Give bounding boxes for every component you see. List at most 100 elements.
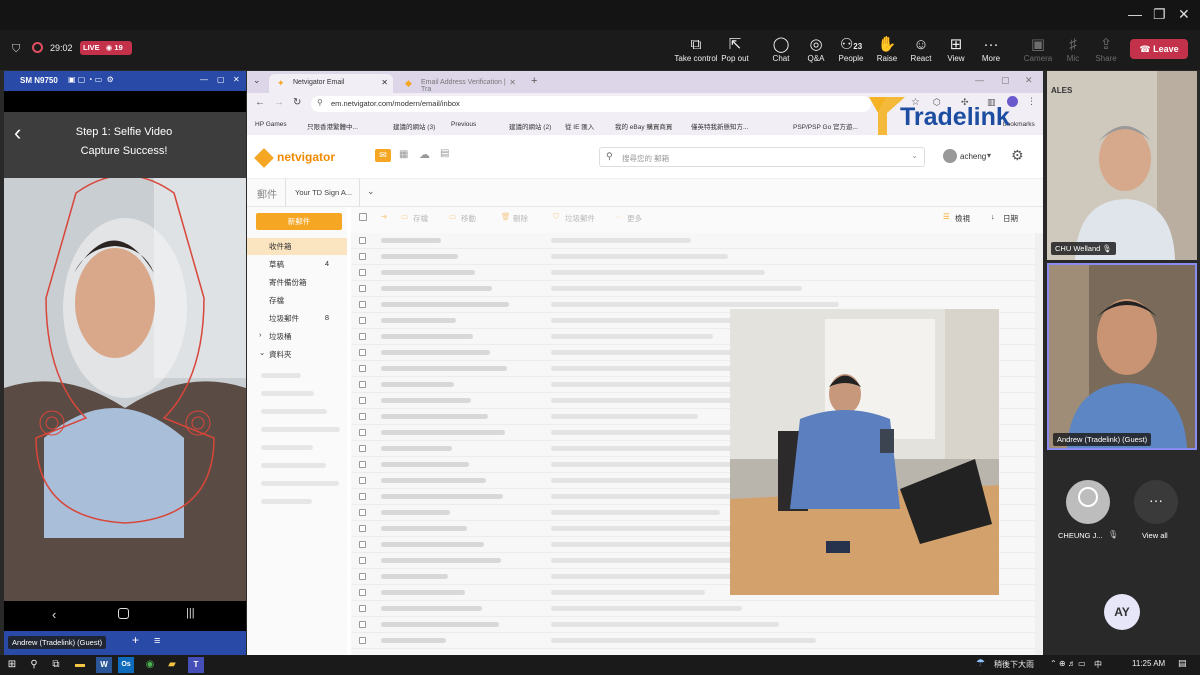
- restore-icon[interactable]: ❐: [1153, 6, 1166, 23]
- table-row[interactable]: [351, 281, 1035, 297]
- select-all-checkbox[interactable]: [359, 213, 367, 221]
- row-checkbox[interactable]: [359, 429, 366, 436]
- folder-item[interactable]: 存檔: [247, 292, 347, 309]
- row-checkbox[interactable]: [359, 605, 366, 612]
- tab-netvigator[interactable]: ✦ Netvigator Email ✕: [269, 74, 393, 93]
- participant-tile-andrew-speaking[interactable]: Andrew (Tradelink) (Guest): [1047, 263, 1197, 450]
- table-row[interactable]: [351, 233, 1035, 249]
- row-checkbox[interactable]: [359, 413, 366, 420]
- row-checkbox[interactable]: [359, 525, 366, 532]
- row-checkbox[interactable]: [359, 637, 366, 644]
- ime-indicator[interactable]: 中: [1094, 659, 1102, 670]
- more-button[interactable]: ··· More: [968, 36, 1014, 63]
- tab-close-icon[interactable]: ✕: [381, 78, 388, 87]
- table-row[interactable]: [351, 617, 1035, 633]
- notifications-icon[interactable]: ▤: [1178, 658, 1187, 669]
- row-checkbox[interactable]: [359, 621, 366, 628]
- bookmark-item[interactable]: HP Games: [255, 121, 287, 128]
- row-checkbox[interactable]: [359, 301, 366, 308]
- chevron-down-icon[interactable]: ⌄: [367, 186, 375, 197]
- address-bar[interactable]: ⚲ em.netvigator.com/modern/email/inbox: [311, 96, 871, 112]
- scrollbar[interactable]: [1035, 233, 1043, 655]
- chevron-down-icon[interactable]: ▾: [987, 151, 991, 160]
- maximize-icon[interactable]: ▢: [1001, 75, 1010, 86]
- calendar-icon[interactable]: ▦: [399, 149, 408, 160]
- row-checkbox[interactable]: [359, 285, 366, 292]
- folder-item[interactable]: 垃圾郵件 8: [247, 310, 347, 327]
- tab-menu-icon[interactable]: ⌄: [253, 75, 261, 86]
- mail-search-input[interactable]: ⚲ 搜尋您的 郵箱 ⌄: [599, 147, 925, 167]
- expand-chevron-icon[interactable]: ⌄: [259, 348, 265, 357]
- row-checkbox[interactable]: [359, 445, 366, 452]
- table-row[interactable]: [351, 633, 1035, 649]
- row-checkbox[interactable]: [359, 477, 366, 484]
- add-icon[interactable]: +: [132, 633, 139, 647]
- close-icon[interactable]: ✕: [1025, 75, 1033, 86]
- archive-icon[interactable]: ▭: [401, 212, 408, 221]
- spam-icon[interactable]: ⛉: [553, 212, 559, 222]
- folder-item[interactable]: 草稿 4: [247, 256, 347, 273]
- row-checkbox[interactable]: [359, 253, 366, 260]
- task-view-icon[interactable]: ⧉: [48, 657, 64, 673]
- share-button[interactable]: ⇪ Share: [1083, 36, 1129, 63]
- back-icon[interactable]: ←: [255, 97, 265, 108]
- chevron-down-icon[interactable]: ⌄: [911, 151, 918, 160]
- search-icon[interactable]: ⚲: [26, 657, 42, 673]
- view-list-icon[interactable]: ☰: [943, 212, 950, 221]
- mail-action-button[interactable]: 移動: [461, 213, 476, 224]
- participant-tile-chu-welland[interactable]: ALES CHU Welland 🎙: [1047, 71, 1197, 260]
- nav-recents-icon[interactable]: |||: [186, 607, 195, 619]
- view-label[interactable]: 檢視: [955, 213, 970, 224]
- bookmark-item[interactable]: 僅英特我新懸知方...: [691, 121, 748, 131]
- compose-button[interactable]: 新郵件: [256, 213, 342, 230]
- delete-icon[interactable]: 🗑: [501, 212, 511, 221]
- user-name[interactable]: acheng: [960, 152, 986, 161]
- weather-icon[interactable]: ☂: [976, 658, 985, 669]
- outlook-icon[interactable]: Os: [118, 657, 134, 673]
- new-tab-icon[interactable]: +: [531, 75, 537, 87]
- row-checkbox[interactable]: [359, 397, 366, 404]
- tray-icons[interactable]: ⌃ ⊕ ♬ ▭: [1050, 659, 1086, 668]
- mail-action-button[interactable]: 刪除: [513, 213, 528, 224]
- expand-chevron-icon[interactable]: ›: [259, 330, 262, 339]
- close-icon[interactable]: ✕: [233, 75, 240, 84]
- row-checkbox[interactable]: [359, 461, 366, 468]
- folder-item[interactable]: 寄件備份箱: [247, 274, 347, 291]
- table-row[interactable]: [351, 249, 1035, 265]
- row-checkbox[interactable]: [359, 333, 366, 340]
- row-checkbox[interactable]: [359, 269, 366, 276]
- mail-action-button[interactable]: 存檔: [413, 213, 428, 224]
- user-avatar[interactable]: [943, 149, 957, 163]
- cloud-icon[interactable]: ☁: [419, 148, 430, 161]
- minimize-icon[interactable]: —: [975, 75, 984, 85]
- mail-icon[interactable]: ✉: [375, 149, 391, 162]
- folder-item[interactable]: 資料夾 ⌄: [247, 346, 347, 363]
- menu-icon[interactable]: ≡: [154, 635, 160, 647]
- row-checkbox[interactable]: [359, 589, 366, 596]
- self-avatar[interactable]: AY: [1104, 594, 1140, 630]
- nav-home-icon[interactable]: [118, 608, 129, 619]
- bookmark-item[interactable]: 從 IE 匯入: [565, 121, 594, 131]
- row-checkbox[interactable]: [359, 349, 366, 356]
- clock[interactable]: 11:25 AM: [1132, 659, 1165, 668]
- start-windows-icon[interactable]: ⊞: [4, 657, 20, 673]
- participant-avatar-cheung[interactable]: [1066, 480, 1110, 524]
- minimize-icon[interactable]: —: [1128, 6, 1142, 22]
- forward-icon[interactable]: →: [274, 97, 284, 108]
- row-checkbox[interactable]: [359, 381, 366, 388]
- view-all-button[interactable]: ···: [1134, 480, 1178, 524]
- folder-item[interactable]: 垃圾桶 ›: [247, 328, 347, 345]
- bookmark-item[interactable]: PSP/PSP Go 官方遊...: [793, 121, 858, 131]
- leave-button[interactable]: ☎ Leave: [1130, 39, 1188, 59]
- sort-direction-icon[interactable]: ↓: [991, 212, 995, 221]
- row-checkbox[interactable]: [359, 557, 366, 564]
- row-checkbox[interactable]: [359, 573, 366, 580]
- row-checkbox[interactable]: [359, 237, 366, 244]
- row-checkbox[interactable]: [359, 317, 366, 324]
- move-icon[interactable]: ▭: [449, 212, 456, 221]
- back-arrow-icon[interactable]: ‹: [14, 120, 21, 146]
- word-icon[interactable]: W: [96, 657, 112, 673]
- reload-icon[interactable]: ↻: [293, 97, 301, 108]
- bookmark-item[interactable]: 建議的網站 (2): [509, 121, 551, 131]
- minimize-icon[interactable]: —: [200, 75, 208, 84]
